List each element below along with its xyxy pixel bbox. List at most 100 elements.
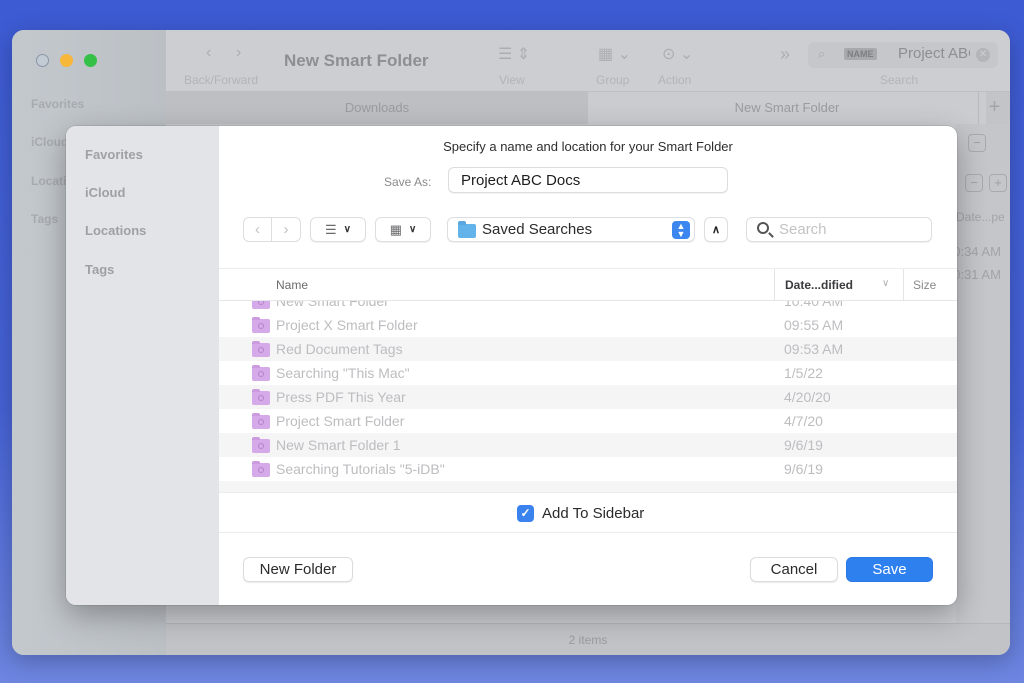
tab-new-smart-folder[interactable]: New Smart Folder xyxy=(588,92,986,124)
group-button[interactable]: ▦ ∨ xyxy=(375,217,431,242)
list-view-icon: ☰ xyxy=(325,221,337,237)
tab-downloads[interactable]: Downloads xyxy=(166,92,588,124)
add-to-sidebar-label[interactable]: Add To Sidebar xyxy=(542,505,644,522)
search-input[interactable] xyxy=(746,217,932,242)
finder-toolbar: ‹ › Back/Forward New Smart Folder ☰ ⇕ Vi… xyxy=(166,30,1010,92)
list-item[interactable]: Press PDF This Year 4/20/20 xyxy=(219,385,957,409)
list-item[interactable]: Project Smart Folder 4/7/20 xyxy=(219,409,957,433)
popup-stepper-icon: ▲ ▼ xyxy=(672,221,690,239)
save-as-label: Save As: xyxy=(384,175,432,189)
column-header-size[interactable]: Size xyxy=(903,269,936,301)
dialog-sidebar: Favorites iCloud Locations Tags xyxy=(66,126,219,605)
list-item[interactable]: New Smart Folder 1 9/6/19 xyxy=(219,433,957,457)
smart-folder-icon xyxy=(252,341,270,357)
close-window-button[interactable] xyxy=(36,54,49,67)
date-column-header[interactable]: Date...pe xyxy=(956,210,1005,224)
finder-tab-bar: Downloads New Smart Folder + xyxy=(166,92,1010,124)
list-view-icon[interactable]: ☰ ⇕ xyxy=(498,44,530,64)
item-name: New Smart Folder xyxy=(276,301,389,309)
chevron-down-icon: ∨ xyxy=(343,224,351,235)
action-icon[interactable]: ⊙ ⌄ xyxy=(662,44,693,64)
list-item[interactable]: Searching "This Mac" 1/5/22 xyxy=(219,361,957,385)
back-button[interactable]: ‹ xyxy=(243,217,272,242)
new-folder-button[interactable]: New Folder xyxy=(243,557,353,582)
search-icon: ⌕ xyxy=(818,46,826,61)
folder-icon xyxy=(458,221,476,238)
item-name: Project Smart Folder xyxy=(276,413,405,429)
zoom-window-button[interactable] xyxy=(84,54,97,67)
back-forward-label: Back/Forward xyxy=(184,73,259,87)
list-item[interactable]: Searching Tutorials "5-iDB" 9/6/19 xyxy=(219,457,957,481)
back-icon[interactable]: ‹ xyxy=(206,44,211,62)
list-header: Name Date...dified ∨ Size xyxy=(219,268,957,301)
item-date: 1/5/22 xyxy=(784,365,823,381)
dialog-sidebar-icloud[interactable]: iCloud xyxy=(85,185,125,200)
window-title: New Smart Folder xyxy=(284,51,429,70)
save-button[interactable]: Save xyxy=(846,557,933,582)
smart-folder-icon xyxy=(252,461,270,477)
smart-folder-icon xyxy=(252,413,270,429)
item-name: Press PDF This Year xyxy=(276,389,406,405)
remove-criteria-icon[interactable]: − xyxy=(968,134,986,152)
dialog-main: Specify a name and location for your Sma… xyxy=(219,126,957,605)
location-name: Saved Searches xyxy=(482,221,593,238)
group-label: Group xyxy=(596,73,630,87)
smart-folder-icon xyxy=(252,389,270,405)
search-query-text[interactable]: Project ABC xyxy=(898,45,970,62)
save-as-input[interactable] xyxy=(448,167,728,193)
finder-sidebar-icloud[interactable]: iCloud xyxy=(31,135,68,149)
chevron-down-icon: ∨ xyxy=(408,224,417,235)
sort-chevron-icon: ∨ xyxy=(882,278,890,289)
grid-icon: ▦ xyxy=(389,221,402,237)
collapse-button[interactable]: ∧ xyxy=(704,217,728,242)
toolbar-search-field[interactable]: ⌕ NAME Project ABC ✕ xyxy=(808,42,998,68)
list-item[interactable]: New Smart Folder 10:40 AM xyxy=(219,301,957,313)
item-date: 9/6/19 xyxy=(784,437,823,453)
options-bar: ✓ Add To Sidebar xyxy=(219,492,957,533)
clear-search-icon[interactable]: ✕ xyxy=(976,48,990,62)
smart-folder-icon xyxy=(252,365,270,381)
finder-content-edge: − − + Date...pe 10:34 AM 10:31 AM xyxy=(946,124,1010,623)
search-icon xyxy=(757,222,769,234)
view-mode-button[interactable]: ☰ ∨ xyxy=(310,217,366,242)
forward-icon[interactable]: › xyxy=(236,44,241,62)
list-item[interactable]: Red Document Tags 09:53 AM xyxy=(219,337,957,361)
group-icon[interactable]: ▦ ⌄ xyxy=(598,44,631,64)
remove-rule-icon[interactable]: − xyxy=(965,174,983,192)
minimize-window-button[interactable] xyxy=(60,54,73,67)
dialog-sidebar-tags[interactable]: Tags xyxy=(85,262,114,277)
location-popup[interactable]: Saved Searches ▲ ▼ xyxy=(447,217,695,242)
add-rule-icon[interactable]: + xyxy=(989,174,1007,192)
dialog-prompt: Specify a name and location for your Sma… xyxy=(443,139,733,154)
chevron-up-icon: ∧ xyxy=(711,224,721,236)
item-date: 9/6/19 xyxy=(784,461,823,477)
dialog-sidebar-favorites[interactable]: Favorites xyxy=(85,147,143,162)
save-smart-folder-dialog: Favorites iCloud Locations Tags Specify … xyxy=(66,126,957,605)
column-header-name[interactable]: Name xyxy=(276,278,308,292)
item-name: Red Document Tags xyxy=(276,341,403,357)
finder-sidebar-tags[interactable]: Tags xyxy=(31,212,58,226)
finder-sidebar-favorites[interactable]: Favorites xyxy=(31,97,84,111)
smart-folder-icon xyxy=(252,317,270,333)
item-name: Searching "This Mac" xyxy=(276,365,410,381)
smart-folder-icon xyxy=(252,301,270,309)
item-date: 4/20/20 xyxy=(784,389,831,405)
item-name: Searching Tutorials "5-iDB" xyxy=(276,461,445,477)
item-date: 4/7/20 xyxy=(784,413,823,429)
search-token-name[interactable]: NAME xyxy=(844,48,877,60)
nav-buttons: ‹ › xyxy=(243,217,302,242)
item-date: 09:53 AM xyxy=(784,341,844,357)
search-label: Search xyxy=(880,73,919,87)
item-name: Project X Smart Folder xyxy=(276,317,418,333)
forward-button[interactable]: › xyxy=(272,217,301,242)
overflow-chevron-icon[interactable]: » xyxy=(780,44,790,65)
dialog-sidebar-locations[interactable]: Locations xyxy=(85,223,146,238)
item-name: New Smart Folder 1 xyxy=(276,437,401,453)
view-label: View xyxy=(499,73,525,87)
list-item[interactable]: Project X Smart Folder 09:55 AM xyxy=(219,313,957,337)
item-date: 10:40 AM xyxy=(784,301,844,309)
add-tab-button[interactable]: + xyxy=(978,92,1010,124)
cancel-button[interactable]: Cancel xyxy=(750,557,838,582)
add-to-sidebar-checkbox[interactable]: ✓ xyxy=(517,505,534,522)
file-list: New Smart Folder 10:40 AM Project X Smar… xyxy=(219,301,957,492)
